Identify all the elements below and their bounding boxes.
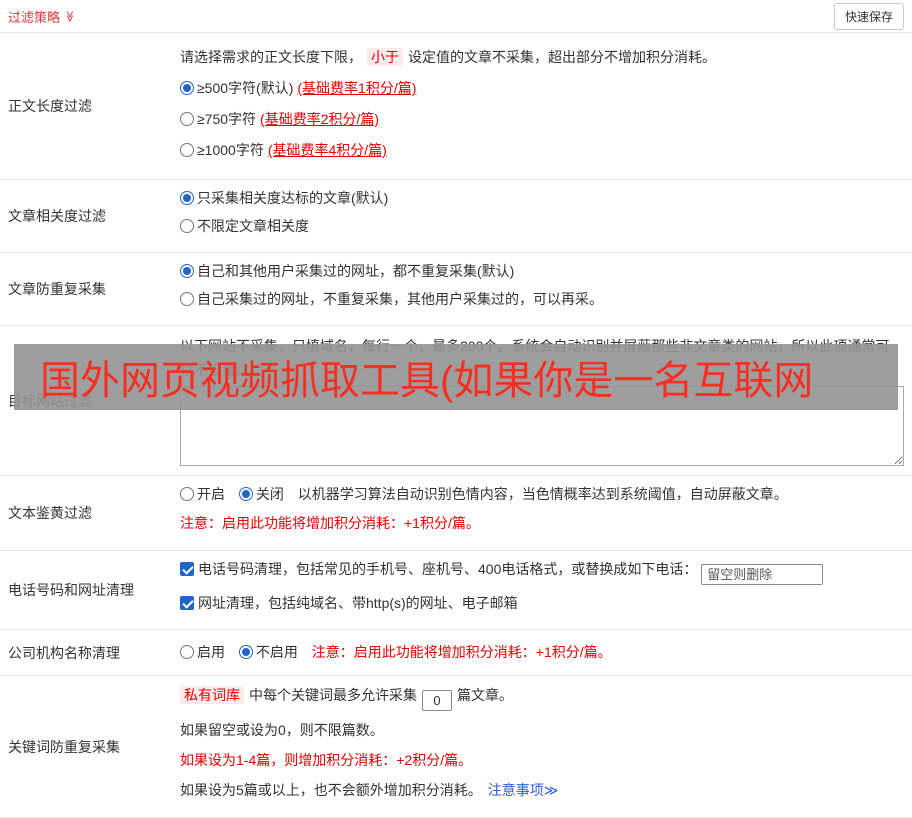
option-fee-note: (基础费率4积分/篇) — [267, 142, 387, 158]
relevance-option-strict[interactable]: 只采集相关度达标的文章(默认) — [180, 188, 904, 208]
length-option-1000[interactable]: ≥1000字符 (基础费率4积分/篇) — [180, 140, 904, 160]
keyword-note-five: 如果设为5篇或以上，也不会额外增加积分消耗。 注意事项≫ — [180, 779, 904, 801]
company-cost-note: 注意：启用此功能将增加积分消耗：+1积分/篇。 — [311, 644, 612, 660]
overlay-ad-banner: 国外网页视频抓取工具(如果你是一名互联网 — [14, 344, 898, 410]
option-fee-note: (基础费率2积分/篇) — [260, 111, 380, 127]
row-porn-filter: 文本鉴黄过滤 开启 关闭 以机器学习算法自动识别色情内容，当色情概率达到系统阈值… — [0, 476, 912, 551]
row-company-name-cleanup: 公司机构名称清理 启用 不启用 注意：启用此功能将增加积分消耗：+1积分/篇。 — [0, 630, 912, 676]
less-than-chip: 小于 — [367, 48, 403, 66]
relevance-option-any[interactable]: 不限定文章相关度 — [180, 216, 904, 236]
option-text: 不限定文章相关度 — [197, 218, 309, 234]
radio-icon[interactable] — [180, 292, 194, 306]
overlay-ad-text: 国外网页视频抓取工具(如果你是一名互联网 — [40, 359, 814, 403]
row-content: 私有词库中每个关键词最多允许采集 篇文章。 如果留空或设为0，则不限篇数。 如果设… — [174, 676, 912, 817]
row-content: 电话号码清理，包括常见的手机号、座机号、400电话格式，或替换成如下电话： 网址… — [174, 551, 912, 629]
dedupe-option-all-users[interactable]: 自己和其他用户采集过的网址，都不重复采集(默认) — [180, 261, 904, 281]
row-relevance-filter: 文章相关度过滤 只采集相关度达标的文章(默认) 不限定文章相关度 — [0, 180, 912, 253]
row-dedupe-collection: 文章防重复采集 自己和其他用户采集过的网址，都不重复采集(默认) 自己采集过的网… — [0, 253, 912, 326]
private-lexicon-chip: 私有词库 — [180, 686, 244, 704]
row-keyword-dedupe: 关键词防重复采集 私有词库中每个关键词最多允许采集 篇文章。 如果留空或设为0，则… — [0, 676, 912, 818]
radio-selected-icon[interactable] — [238, 487, 253, 501]
radio-icon[interactable] — [180, 219, 194, 233]
radio-icon[interactable] — [180, 143, 194, 157]
limit-text-post: 篇文章。 — [457, 687, 513, 703]
option-text: ≥500字符(默认) — [197, 80, 294, 96]
limit-text-mid: 中每个关键词最多允许采集 — [249, 687, 417, 703]
replacement-phone-input[interactable] — [701, 564, 824, 585]
row-label: 电话号码和网址清理 — [8, 582, 134, 598]
porn-filter-desc: 以机器学习算法自动识别色情内容，当色情概率达到系统阈值，自动屏蔽文章。 — [297, 486, 788, 502]
option-text: ≥1000字符 — [197, 142, 264, 158]
max-collect-count-input[interactable] — [422, 690, 452, 711]
radio-selected-icon[interactable] — [238, 645, 253, 659]
row-label: 文章防重复采集 — [8, 281, 106, 297]
row-content: 只采集相关度达标的文章(默认) 不限定文章相关度 — [174, 180, 912, 252]
url-cleanup-option[interactable]: 网址清理，包括纯域名、带http(s)的网址、电子邮箱 — [180, 593, 904, 613]
porn-option-off[interactable]: 关闭 — [238, 486, 284, 502]
option-text: 只采集相关度达标的文章(默认) — [197, 190, 389, 206]
filter-strategy-page: 过滤策略 ≫ 快速保存 正文长度过滤 请选择需求的正文长度下限， 小于 设定值的文章… — [0, 0, 912, 818]
length-option-750[interactable]: ≥750字符 (基础费率2积分/篇) — [180, 109, 904, 129]
option-text: 自己和其他用户采集过的网址，都不重复采集(默认) — [197, 263, 515, 279]
row-content: 开启 关闭 以机器学习算法自动识别色情内容，当色情概率达到系统阈值，自动屏蔽文章… — [174, 476, 912, 550]
porn-filter-cost-note: 注意：启用此功能将增加积分消耗：+1积分/篇。 — [180, 515, 480, 531]
intro-text-pre: 请选择需求的正文长度下限， — [180, 49, 362, 65]
option-text: 启用 — [197, 644, 225, 660]
length-option-500[interactable]: ≥500字符(默认) (基础费率1积分/篇) — [180, 78, 904, 98]
row-phone-url-cleanup: 电话号码和网址清理 电话号码清理，包括常见的手机号、座机号、400电话格式，或替… — [0, 551, 912, 630]
company-option-enable[interactable]: 启用 — [180, 644, 225, 660]
dedupe-option-self-only[interactable]: 自己采集过的网址，不重复采集，其他用户采集过的，可以再采。 — [180, 289, 904, 309]
company-option-disable[interactable]: 不启用 — [238, 644, 298, 660]
checkbox-checked-icon[interactable] — [180, 596, 194, 610]
row-label: 文本鉴黄过滤 — [8, 505, 92, 521]
radio-selected-icon[interactable] — [180, 264, 194, 278]
page-title-text: 过滤策略 — [8, 9, 61, 25]
checkbox-checked-icon[interactable] — [180, 562, 194, 576]
radio-icon[interactable] — [180, 112, 194, 126]
option-text: 电话号码清理，包括常见的手机号、座机号、400电话格式，或替换成如下电话： — [198, 561, 698, 577]
phone-cleanup-option[interactable]: 电话号码清理，包括常见的手机号、座机号、400电话格式，或替换成如下电话： — [180, 559, 904, 585]
option-text: 开启 — [197, 486, 225, 502]
radio-selected-icon[interactable] — [180, 81, 194, 95]
row-label: 文章相关度过滤 — [8, 208, 106, 224]
keyword-note-zero: 如果留空或设为0，则不限篇数。 — [180, 722, 384, 738]
radio-selected-icon[interactable] — [180, 191, 194, 205]
radio-icon[interactable] — [180, 487, 194, 501]
company-cleanup-options: 启用 不启用 注意：启用此功能将增加积分消耗：+1积分/篇。 — [180, 642, 904, 662]
quick-save-button[interactable]: 快速保存 — [833, 2, 904, 30]
page-title[interactable]: 过滤策略 ≫ — [8, 7, 76, 26]
option-text: 不启用 — [255, 644, 298, 660]
option-text: 关闭 — [255, 486, 284, 502]
row-content: 自己和其他用户采集过的网址，都不重复采集(默认) 自己采集过的网址，不重复采集，… — [174, 253, 912, 325]
row-content: 启用 不启用 注意：启用此功能将增加积分消耗：+1积分/篇。 — [174, 630, 912, 675]
radio-icon[interactable] — [180, 645, 194, 659]
option-text: 自己采集过的网址，不重复采集，其他用户采集过的，可以再采。 — [197, 291, 603, 307]
porn-option-on[interactable]: 开启 — [180, 486, 225, 502]
row-content: 请选择需求的正文长度下限， 小于 设定值的文章不采集，超出部分不增加积分消耗。 ≥5… — [174, 33, 912, 179]
row-label: 正文长度过滤 — [8, 98, 92, 114]
option-text: 网址清理，包括纯域名、带http(s)的网址、电子邮箱 — [198, 595, 518, 611]
notice-link[interactable]: 注意事项≫ — [488, 782, 559, 798]
porn-filter-options: 开启 关闭 以机器学习算法自动识别色情内容，当色情概率达到系统阈值，自动屏蔽文章… — [180, 484, 904, 504]
collapse-chevron-icon: ≫ — [63, 10, 76, 22]
keyword-limit-line: 私有词库中每个关键词最多允许采集 篇文章。 — [180, 684, 904, 711]
body-length-intro: 请选择需求的正文长度下限， 小于 设定值的文章不采集，超出部分不增加积分消耗。 — [180, 47, 904, 67]
row-body-length-filter: 正文长度过滤 请选择需求的正文长度下限， 小于 设定值的文章不采集，超出部分不增加积… — [0, 33, 912, 180]
option-fee-note: (基础费率1积分/篇) — [297, 80, 417, 96]
page-header: 过滤策略 ≫ 快速保存 — [0, 0, 912, 33]
note-text: 如果设为5篇或以上，也不会额外增加积分消耗。 — [180, 782, 482, 798]
row-label: 公司机构名称清理 — [8, 644, 120, 661]
intro-text-post: 设定值的文章不采集，超出部分不增加积分消耗。 — [408, 49, 716, 65]
row-label: 关键词防重复采集 — [8, 738, 120, 755]
option-text: ≥750字符 — [197, 111, 257, 127]
